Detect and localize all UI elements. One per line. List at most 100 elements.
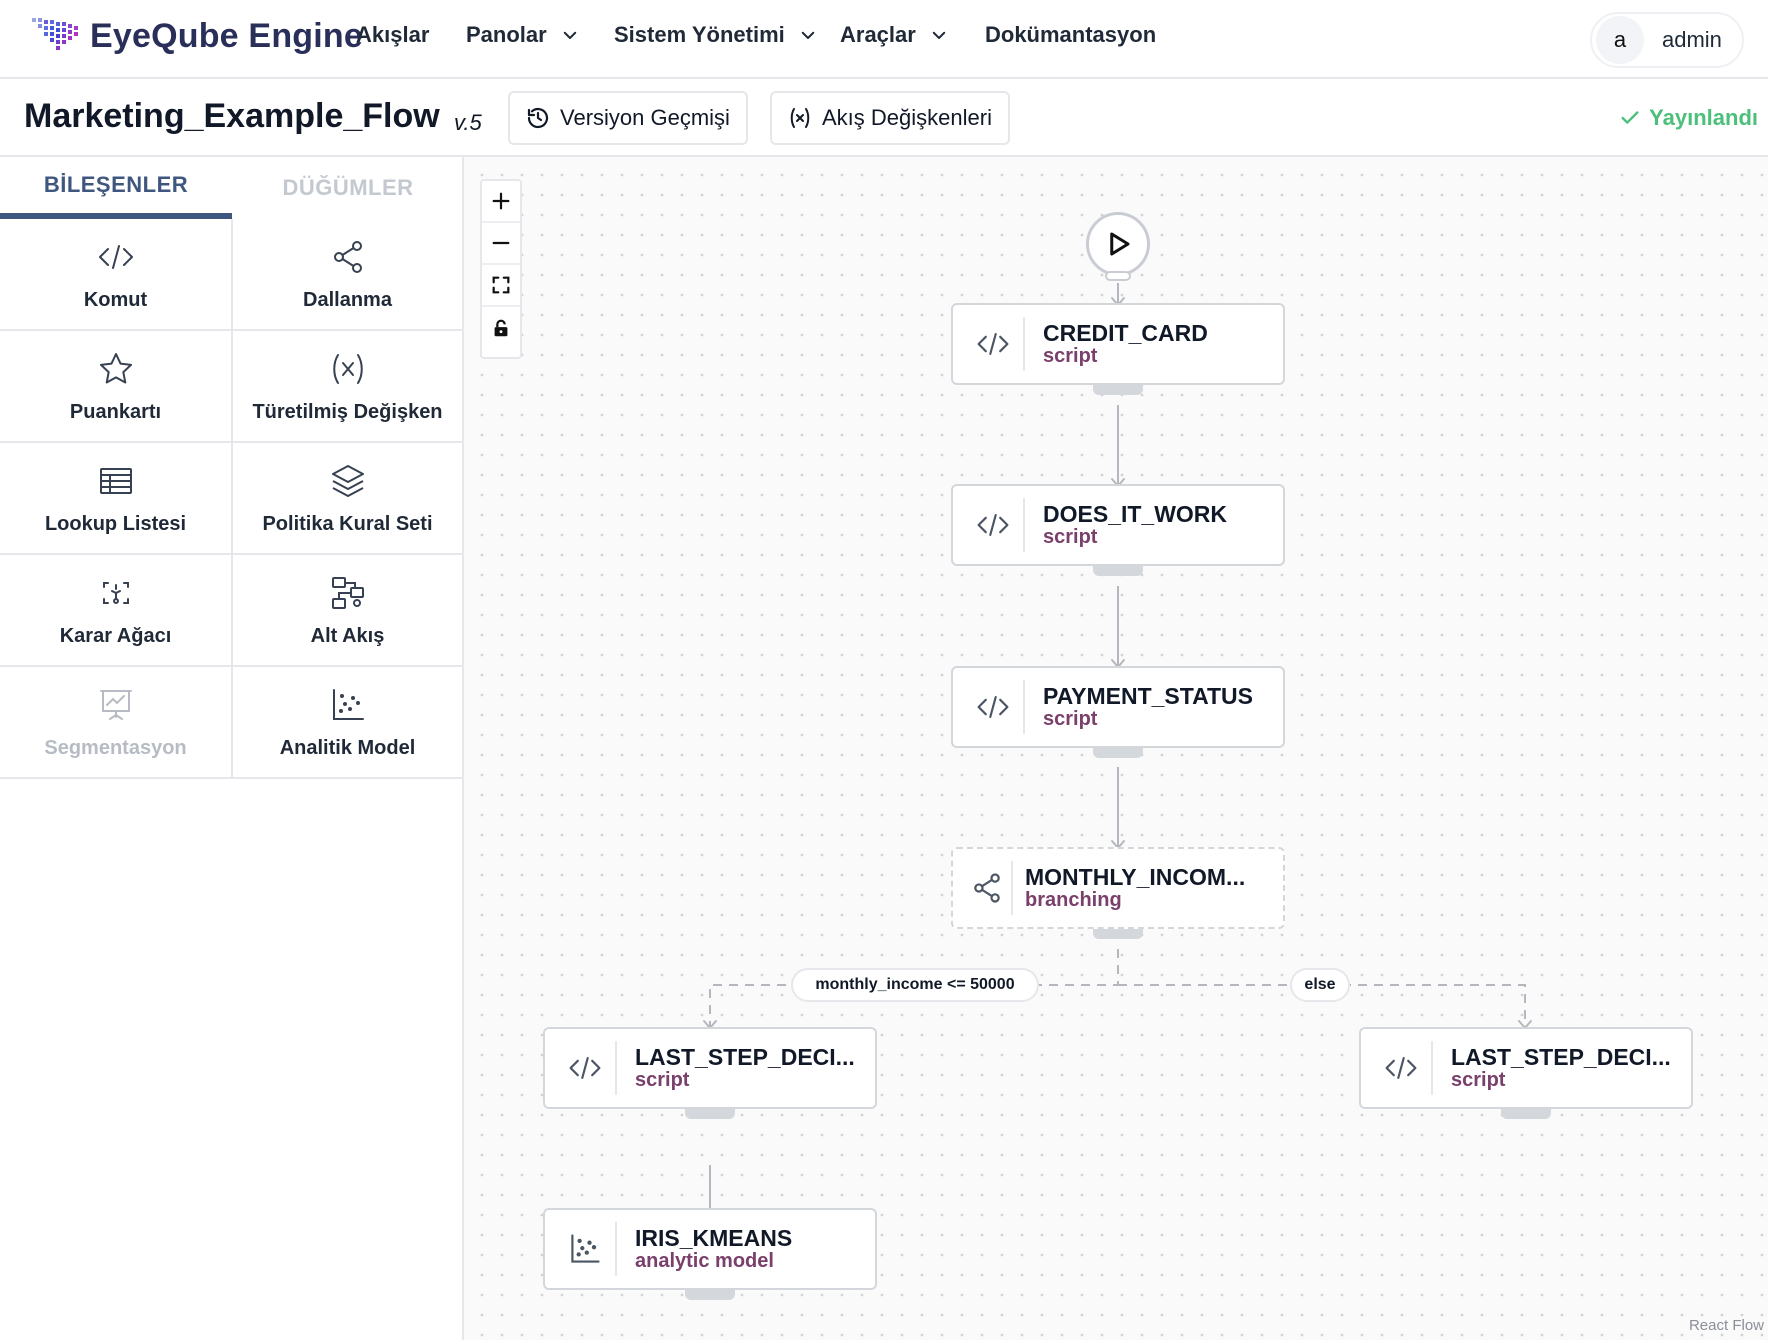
component-turetilmis-degisken[interactable]: Türetilmiş Değişken xyxy=(231,331,462,443)
node-handle[interactable] xyxy=(1501,1109,1551,1119)
component-analitik-model[interactable]: Analitik Model xyxy=(231,667,462,779)
flow-variables-button[interactable]: Akış Değişkenleri xyxy=(770,91,1010,145)
code-icon xyxy=(977,333,1009,355)
edge-label-else[interactable]: else xyxy=(1290,968,1350,1002)
component-dallanma[interactable]: Dallanma xyxy=(231,219,462,331)
node-type: analytic model xyxy=(635,1250,774,1272)
node-handle[interactable] xyxy=(1093,748,1143,758)
panel-tabs: BİLEŞENLER DÜĞÜMLER xyxy=(0,157,462,219)
flow-node-payment-status[interactable]: PAYMENT_STATUS script xyxy=(951,666,1285,748)
node-icon-box xyxy=(963,317,1025,371)
table-icon xyxy=(99,468,132,494)
nav-item-label: Dokümantasyon xyxy=(985,22,1157,47)
fit-view-button[interactable] xyxy=(482,265,520,307)
share-icon xyxy=(333,241,362,273)
code-icon xyxy=(1385,1057,1417,1079)
check-icon xyxy=(1621,111,1639,124)
version-history-button[interactable]: Versiyon Geçmişi xyxy=(508,91,748,145)
component-komut[interactable]: Komut xyxy=(0,219,231,331)
component-label: Karar Ağacı xyxy=(59,625,172,647)
logo-mark-icon xyxy=(32,18,78,50)
components-panel: BİLEŞENLER DÜĞÜMLER Komut Dallanma Puank… xyxy=(0,157,464,1340)
react-flow-attribution[interactable]: React Flow xyxy=(1689,1317,1764,1334)
status-badge: Yayınlandı xyxy=(1619,105,1758,131)
history-icon xyxy=(527,107,549,129)
flow-canvas[interactable]: CREDIT_CARD script DOES_IT_WORK script P… xyxy=(464,157,1768,1340)
component-label: Türetilmiş Değişken xyxy=(252,401,443,423)
tab-dugumler[interactable]: DÜĞÜMLER xyxy=(232,157,464,219)
component-label: Alt Akış xyxy=(310,625,385,647)
flow-version: v.5 xyxy=(454,110,482,135)
start-node[interactable] xyxy=(1086,212,1150,276)
component-lookup-listesi[interactable]: Lookup Listesi xyxy=(0,443,231,555)
component-karar-agaci[interactable]: Karar Ağacı xyxy=(0,555,231,667)
component-politika-kural-seti[interactable]: Politika Kural Seti xyxy=(231,443,462,555)
node-name: PAYMENT_STATUS xyxy=(1043,683,1254,709)
nav-item-panolar[interactable]: Panolar xyxy=(466,22,579,48)
nav-item-sistem-yonetimi[interactable]: Sistem Yönetimi xyxy=(614,22,817,48)
node-icon-box xyxy=(555,1041,617,1095)
chevron-down-icon xyxy=(801,31,814,39)
flow-node-iris-kmeans[interactable]: IRIS_KMEANS analytic model xyxy=(543,1208,877,1290)
flow-title-bar: Marketing_Example_Flow v.5 Versiyon Geçm… xyxy=(0,79,1768,157)
plus-icon xyxy=(492,192,510,210)
variable-icon xyxy=(332,354,363,384)
node-handle[interactable] xyxy=(1093,385,1143,395)
node-name: LAST_STEP_DECI... xyxy=(635,1044,855,1070)
component-label: Politika Kural Seti xyxy=(262,513,433,535)
node-handle[interactable] xyxy=(1093,566,1143,576)
play-icon xyxy=(1110,232,1130,256)
code-icon xyxy=(977,514,1009,536)
node-name: DOES_IT_WORK xyxy=(1043,501,1228,527)
flow-node-does-it-work[interactable]: DOES_IT_WORK script xyxy=(951,484,1285,566)
minus-icon xyxy=(492,241,510,245)
node-text: LAST_STEP_DECI... script xyxy=(635,1044,855,1092)
component-label: Segmentasyon xyxy=(44,737,187,759)
node-name: MONTHLY_INCOM... xyxy=(1025,864,1246,890)
zoom-out-button[interactable] xyxy=(482,223,520,265)
flow-node-monthly-income[interactable]: MONTHLY_INCOM... branching xyxy=(951,847,1285,929)
user-menu[interactable]: a admin xyxy=(1590,12,1744,68)
status-label: Yayınlandı xyxy=(1649,105,1758,130)
nav-item-dokumantasyon[interactable]: Dokümantasyon xyxy=(985,22,1156,48)
node-name: LAST_STEP_DECI... xyxy=(1451,1044,1671,1070)
node-type: script xyxy=(1043,345,1098,367)
node-text: IRIS_KMEANS analytic model xyxy=(635,1225,792,1273)
lock-button[interactable] xyxy=(482,307,520,349)
node-icon-box xyxy=(555,1222,617,1276)
flow-node-last-step-left[interactable]: LAST_STEP_DECI... script xyxy=(543,1027,877,1109)
node-type: branching xyxy=(1025,889,1122,911)
component-alt-akis[interactable]: Alt Akış xyxy=(231,555,462,667)
top-navbar: EyeQube Engine Akışlar Panolar Sistem Yö… xyxy=(0,0,1768,79)
node-text: DOES_IT_WORK script xyxy=(1043,501,1227,549)
component-label: Lookup Listesi xyxy=(44,513,187,535)
node-name: IRIS_KMEANS xyxy=(635,1225,793,1251)
node-handle[interactable] xyxy=(685,1109,735,1119)
node-handle[interactable] xyxy=(1093,929,1143,939)
nav-item-label: Sistem Yönetimi xyxy=(614,22,785,47)
nav-item-akislar[interactable]: Akışlar xyxy=(356,22,429,48)
edge-label-condition[interactable]: monthly_income <= 50000 xyxy=(791,968,1039,1002)
nav-item-label: Panolar xyxy=(466,22,547,47)
brand-logo[interactable]: EyeQube Engine xyxy=(30,14,363,58)
tab-bilesenler[interactable]: BİLEŞENLER xyxy=(0,157,232,219)
nav-item-label: Akışlar xyxy=(356,22,430,47)
node-icon-box xyxy=(963,498,1025,552)
canvas-controls xyxy=(480,179,522,359)
zoom-in-button[interactable] xyxy=(482,181,520,223)
scatter-icon xyxy=(332,689,364,720)
node-handle[interactable] xyxy=(685,1290,735,1300)
start-node-handle[interactable] xyxy=(1105,271,1131,281)
node-type: script xyxy=(1043,708,1098,730)
flow-node-last-step-right[interactable]: LAST_STEP_DECI... script xyxy=(1359,1027,1693,1109)
version-history-label: Versiyon Geçmişi xyxy=(560,105,730,130)
lock-icon xyxy=(494,319,508,337)
node-icon-box xyxy=(1371,1041,1433,1095)
node-type: script xyxy=(1043,526,1098,548)
node-name: CREDIT_CARD xyxy=(1043,320,1208,346)
component-puankarti[interactable]: Puankartı xyxy=(0,331,231,443)
flow-variables-label: Akış Değişkenleri xyxy=(822,105,992,130)
nav-item-araclar[interactable]: Araçlar xyxy=(840,22,948,48)
brand-name: EyeQube Engine xyxy=(90,16,363,55)
flow-node-credit-card[interactable]: CREDIT_CARD script xyxy=(951,303,1285,385)
